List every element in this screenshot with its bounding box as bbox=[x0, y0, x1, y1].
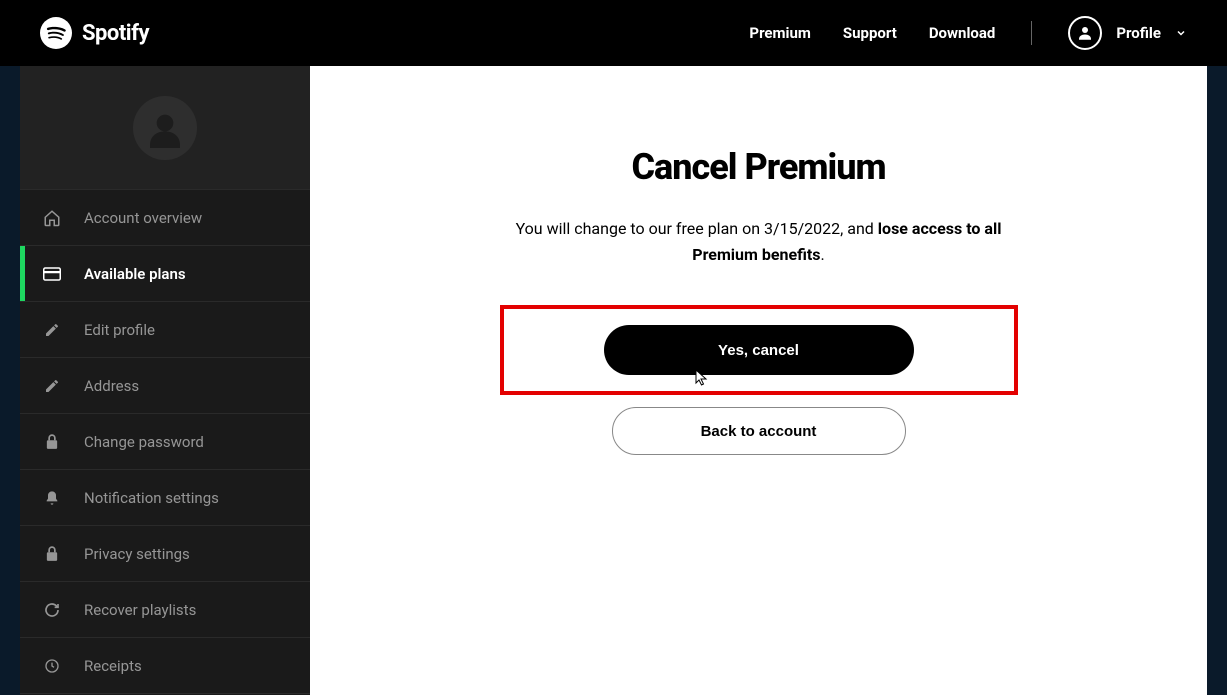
spotify-icon bbox=[40, 17, 72, 49]
nav-download[interactable]: Download bbox=[929, 24, 996, 42]
user-avatar-icon bbox=[133, 96, 197, 160]
sidebar-item-label: Notification settings bbox=[84, 489, 219, 507]
sidebar-item-label: Available plans bbox=[84, 265, 186, 283]
sidebar-item-label: Account overview bbox=[84, 209, 202, 227]
pencil-icon bbox=[42, 376, 62, 396]
yes-cancel-button[interactable]: Yes, cancel bbox=[604, 325, 914, 375]
sidebar-item-recover-playlists[interactable]: Recover playlists bbox=[20, 582, 310, 638]
sidebar-item-available-plans[interactable]: Available plans bbox=[20, 246, 310, 302]
sidebar-item-label: Receipts bbox=[84, 657, 142, 675]
clock-icon bbox=[42, 656, 62, 676]
sidebar-item-label: Address bbox=[84, 377, 139, 395]
sidebar-item-address[interactable]: Address bbox=[20, 358, 310, 414]
sidebar-item-change-password[interactable]: Change password bbox=[20, 414, 310, 470]
chevron-down-icon bbox=[1175, 27, 1187, 39]
page-title: Cancel Premium bbox=[631, 146, 885, 188]
lock-icon bbox=[42, 544, 62, 564]
sidebar-item-label: Edit profile bbox=[84, 321, 155, 339]
lock-icon bbox=[42, 432, 62, 452]
profile-menu[interactable]: Profile bbox=[1068, 16, 1187, 50]
refresh-icon bbox=[42, 600, 62, 620]
bell-icon bbox=[42, 488, 62, 508]
top-header: Spotify Premium Support Download Profile bbox=[0, 0, 1227, 66]
profile-avatar-icon bbox=[1068, 16, 1102, 50]
home-icon bbox=[42, 208, 62, 228]
main-content: Cancel Premium You will change to our fr… bbox=[310, 66, 1207, 695]
highlight-annotation: Yes, cancel bbox=[500, 305, 1018, 395]
pencil-icon bbox=[42, 320, 62, 340]
sidebar-item-label: Privacy settings bbox=[84, 545, 190, 563]
profile-label: Profile bbox=[1116, 24, 1161, 42]
spotify-logo[interactable]: Spotify bbox=[40, 17, 149, 49]
sidebar-item-label: Recover playlists bbox=[84, 601, 196, 619]
desc-post: . bbox=[820, 245, 824, 264]
sidebar-item-privacy-settings[interactable]: Privacy settings bbox=[20, 526, 310, 582]
nav-support[interactable]: Support bbox=[843, 24, 897, 42]
sidebar-item-edit-profile[interactable]: Edit profile bbox=[20, 302, 310, 358]
sidebar-item-label: Change password bbox=[84, 433, 204, 451]
sidebar-avatar-block bbox=[20, 66, 310, 190]
desc-pre: You will change to our free plan on 3/15… bbox=[516, 219, 878, 238]
sidebar-item-notification-settings[interactable]: Notification settings bbox=[20, 470, 310, 526]
sidebar-item-receipts[interactable]: Receipts bbox=[20, 638, 310, 694]
content-wrap: Account overview Available plans Edit pr… bbox=[0, 66, 1227, 695]
nav-premium[interactable]: Premium bbox=[749, 24, 810, 42]
sidebar-item-account-overview[interactable]: Account overview bbox=[20, 190, 310, 246]
back-to-account-button[interactable]: Back to account bbox=[612, 407, 906, 455]
page-description: You will change to our free plan on 3/15… bbox=[509, 216, 1009, 267]
sidebar: Account overview Available plans Edit pr… bbox=[20, 66, 310, 695]
brand-text: Spotify bbox=[82, 21, 149, 46]
header-nav: Premium Support Download Profile bbox=[749, 16, 1187, 50]
card-icon bbox=[42, 264, 62, 284]
nav-divider bbox=[1031, 21, 1032, 45]
